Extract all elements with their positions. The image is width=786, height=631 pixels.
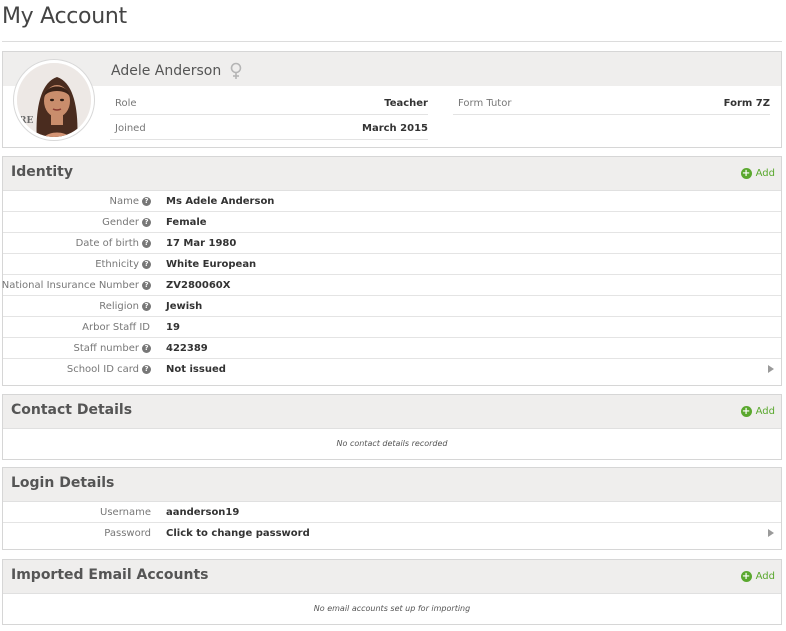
identity-title: Identity (11, 164, 74, 180)
email-title: Imported Email Accounts (11, 567, 209, 583)
profile-card: RE Adele Anderson Role Teacher Joined Ma… (2, 51, 782, 148)
row-value: 422389 (166, 343, 208, 354)
chevron-right-icon[interactable] (768, 529, 774, 537)
contact-add-button[interactable]: + Add (740, 406, 775, 417)
question-circle-icon[interactable]: ? (142, 197, 151, 206)
label-text: School ID card (66, 364, 139, 375)
email-add-label: Add (755, 571, 775, 582)
row-label: Password (104, 528, 151, 539)
row-value: Jewish (166, 301, 203, 312)
row-label: Name? (109, 196, 151, 207)
row-value: Not issued (166, 364, 226, 375)
question-circle-icon[interactable]: ? (142, 365, 151, 374)
label-text: Arbor Staff ID (82, 322, 150, 333)
question-circle-icon[interactable]: ? (142, 239, 151, 248)
title-divider (2, 41, 782, 42)
row-label: National Insurance Number? (2, 280, 151, 291)
contact-empty-message: No contact details recorded (336, 439, 448, 448)
row-value: 19 (166, 322, 180, 333)
joined-label: Joined (115, 123, 146, 134)
form-tutor-value: Form 7Z (723, 98, 770, 109)
identity-row-staff-id: Arbor Staff ID 19 (3, 317, 781, 338)
identity-row-school-id-card[interactable]: School ID card? Not issued (3, 359, 781, 385)
chevron-right-icon[interactable] (768, 365, 774, 373)
label-text: Ethnicity (95, 259, 139, 270)
contact-title: Contact Details (11, 402, 133, 418)
info-row-role: Role Teacher (110, 90, 428, 115)
row-label: Gender? (102, 217, 151, 228)
profile-name-text: Adele Anderson (111, 63, 222, 79)
plus-circle-icon: + (740, 571, 752, 582)
row-value: Female (166, 217, 207, 228)
login-row-password[interactable]: Password Click to change password (3, 523, 781, 549)
row-value: ZV280060X (166, 280, 231, 291)
identity-add-label: Add (755, 168, 775, 179)
avatar: RE (14, 60, 94, 140)
page-title: My Account (2, 4, 127, 29)
svg-text:RE: RE (19, 116, 33, 126)
info-row-joined: Joined March 2015 (110, 115, 428, 140)
row-label: Ethnicity? (95, 259, 151, 270)
identity-row-staff-number: Staff number? 422389 (3, 338, 781, 359)
contact-details-card: Contact Details + Add No contact details… (2, 394, 782, 460)
plus-circle-icon: + (740, 406, 752, 417)
label-text: Religion (99, 301, 139, 312)
role-value: Teacher (384, 98, 428, 109)
email-add-button[interactable]: + Add (740, 571, 775, 582)
row-label: Staff number? (73, 343, 151, 354)
email-empty-message: No email accounts set up for importing (313, 604, 471, 613)
change-password-link[interactable]: Click to change password (166, 528, 310, 539)
login-title: Login Details (11, 475, 115, 491)
form-tutor-label: Form Tutor (458, 98, 512, 109)
row-value: White European (166, 259, 257, 270)
question-circle-icon[interactable]: ? (142, 302, 151, 311)
joined-value: March 2015 (362, 123, 428, 134)
label-text: Password (104, 528, 151, 539)
identity-row-date-of-birth: Date of birth? 17 Mar 1980 (3, 233, 781, 254)
identity-add-button[interactable]: + Add (740, 168, 775, 179)
label-text: National Insurance Number (1, 280, 139, 291)
identity-row-ethnicity: Ethnicity? White European (3, 254, 781, 275)
label-text: Gender (102, 217, 139, 228)
row-label: Date of birth? (76, 238, 151, 249)
question-circle-icon[interactable]: ? (142, 344, 151, 353)
contact-add-label: Add (755, 406, 775, 417)
contact-header: Contact Details + Add (3, 395, 781, 429)
login-header: Login Details (3, 468, 781, 502)
info-row-form-tutor: Form Tutor Form 7Z (453, 90, 770, 115)
question-circle-icon[interactable]: ? (142, 218, 151, 227)
row-label: School ID card? (67, 364, 151, 375)
label-text: Name (109, 196, 139, 207)
login-details-card: Login Details Username aanderson19 Passw… (2, 467, 782, 550)
profile-name: Adele Anderson (111, 62, 243, 80)
email-header: Imported Email Accounts + Add (3, 560, 781, 594)
row-label: Username (100, 507, 151, 518)
label-text: Username (100, 507, 151, 518)
row-label: Religion? (99, 301, 151, 312)
label-text: Date of birth (75, 238, 139, 249)
row-value: 17 Mar 1980 (166, 238, 237, 249)
login-row-username: Username aanderson19 (3, 502, 781, 523)
identity-row-name: Name? Ms Adele Anderson (3, 191, 781, 212)
question-circle-icon[interactable]: ? (142, 281, 151, 290)
row-value: aanderson19 (166, 507, 240, 518)
plus-circle-icon: + (740, 168, 752, 179)
row-label: Arbor Staff ID (82, 322, 150, 333)
identity-row-ni-number: National Insurance Number? ZV280060X (2, 275, 781, 296)
imported-email-accounts-card: Imported Email Accounts + Add No email a… (2, 559, 782, 625)
identity-row-gender: Gender? Female (3, 212, 781, 233)
identity-card: Identity + Add Name? Ms Adele Anderson G… (2, 156, 782, 386)
role-label: Role (115, 98, 137, 109)
identity-header: Identity + Add (3, 157, 781, 191)
female-symbol-icon (230, 62, 242, 79)
question-circle-icon[interactable]: ? (142, 260, 151, 269)
row-value: Ms Adele Anderson (166, 196, 275, 207)
identity-row-religion: Religion? Jewish (3, 296, 781, 317)
label-text: Staff number (73, 343, 140, 354)
